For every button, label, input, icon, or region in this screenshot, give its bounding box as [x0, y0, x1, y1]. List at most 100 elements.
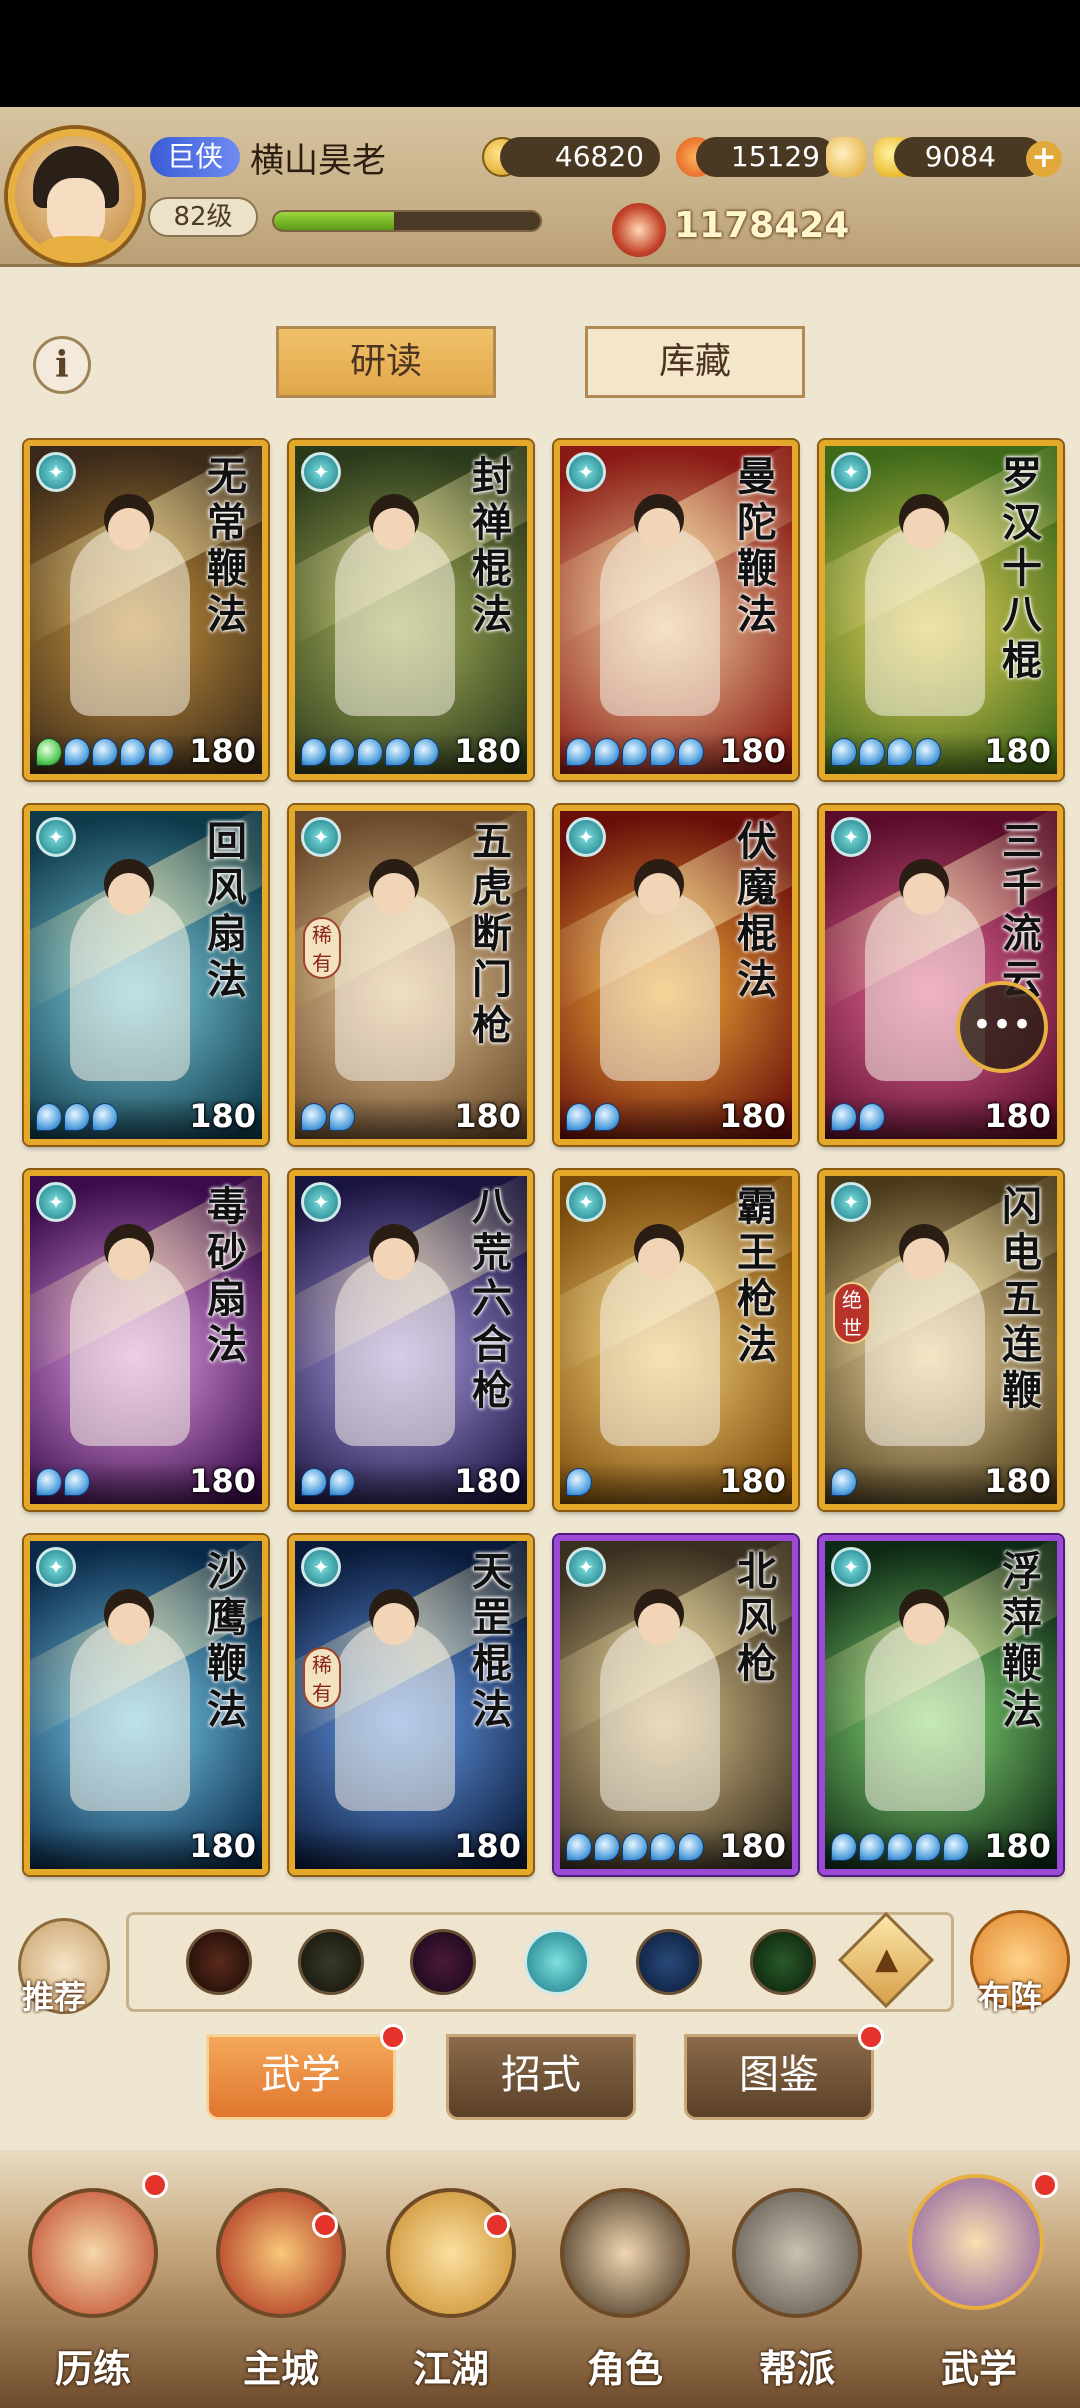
- star-icon: [831, 1103, 857, 1131]
- star-icon: [385, 738, 411, 766]
- nav-sect[interactable]: 帮派: [722, 2188, 872, 2391]
- filter-fan-icon[interactable]: [524, 1929, 590, 1995]
- star-icon: [301, 1468, 327, 1496]
- skill-card[interactable]: ✦ 霸 王 枪 法 180: [554, 1170, 798, 1510]
- sect-fan-icon: ✦: [566, 1182, 606, 1222]
- star-icon: [915, 1833, 941, 1861]
- star-icon: [678, 1833, 704, 1861]
- star-rating: [36, 1468, 90, 1496]
- skill-card[interactable]: ✦ 五 虎 断 门 枪 稀 有 180: [289, 805, 533, 1145]
- star-icon: [887, 738, 913, 766]
- skill-card-name: 闪 电 五 连 鞭: [1002, 1183, 1042, 1414]
- sect-fan-icon: ✦: [301, 1182, 341, 1222]
- subtab-martial[interactable]: 武学: [206, 2034, 396, 2120]
- skill-card-level: 180: [984, 1097, 1051, 1135]
- star-icon: [566, 1103, 592, 1131]
- skill-card-level: 180: [719, 1827, 786, 1865]
- star-icon: [36, 738, 62, 766]
- skill-card-name: 北 风 枪: [737, 1548, 777, 1687]
- star-icon: [859, 1833, 885, 1861]
- sect-fan-icon: ✦: [36, 1547, 76, 1587]
- skill-card-level: 180: [454, 1097, 521, 1135]
- skill-card[interactable]: ✦ 罗 汉 十 八 棍 180: [819, 440, 1063, 780]
- nav-role[interactable]: 角色: [550, 2188, 700, 2391]
- subtab-codex[interactable]: 图鉴: [684, 2034, 874, 2120]
- skill-card[interactable]: ✦ 毒 砂 扇 法 180: [24, 1170, 268, 1510]
- skill-card[interactable]: ✦ 曼 陀 鞭 法 180: [554, 440, 798, 780]
- skill-card[interactable]: ✦ 无 常 鞭 法 180: [24, 440, 268, 780]
- notification-dot: [312, 2212, 338, 2238]
- filter-whip-icon[interactable]: [750, 1929, 816, 1995]
- skill-card[interactable]: ✦ 三 千 流 云 180: [819, 805, 1063, 1145]
- skill-card[interactable]: ✦ 浮 萍 鞭 法 180: [819, 1535, 1063, 1875]
- skill-card-level: 180: [984, 1827, 1051, 1865]
- skill-card-level: 180: [454, 1462, 521, 1500]
- sect-fan-icon: ✦: [36, 817, 76, 857]
- skill-card[interactable]: ✦ 封 禅 棍 法 180: [289, 440, 533, 780]
- rarity-badge: 绝 世: [833, 1282, 871, 1344]
- skill-card[interactable]: ✦ 闪 电 五 连 鞭 绝 世 180: [819, 1170, 1063, 1510]
- skill-card-level: 180: [719, 1097, 786, 1135]
- skill-card-level: 180: [189, 1827, 256, 1865]
- star-rating: [831, 1833, 969, 1861]
- straw-hat-hero-icon: [560, 2188, 690, 2318]
- tab-study[interactable]: 研读: [276, 326, 496, 398]
- skill-card-name: 八 荒 六 合 枪: [472, 1183, 512, 1414]
- skill-card-name: 五 虎 断 门 枪: [472, 818, 512, 1049]
- star-icon: [566, 1468, 592, 1496]
- status-bar: [0, 0, 1080, 107]
- star-rating: [301, 1468, 355, 1496]
- star-rating: [566, 1833, 704, 1861]
- skill-card-name: 霸 王 枪 法: [737, 1183, 777, 1368]
- sect-fan-icon: ✦: [831, 817, 871, 857]
- skill-card-name: 罗 汉 十 八 棍: [1002, 453, 1042, 684]
- star-icon: [148, 738, 174, 766]
- tab-storage[interactable]: 库藏: [585, 326, 805, 398]
- nav-training[interactable]: 历练: [18, 2188, 168, 2391]
- star-icon: [859, 1103, 885, 1131]
- star-icon: [329, 738, 355, 766]
- star-icon: [36, 1103, 62, 1131]
- info-button[interactable]: i: [33, 336, 91, 394]
- star-rating: [36, 1103, 118, 1131]
- filter-yinyang-icon[interactable]: [636, 1929, 702, 1995]
- star-icon: [650, 1833, 676, 1861]
- skill-card-level: 180: [454, 1827, 521, 1865]
- nav-martial[interactable]: 武学: [904, 2174, 1054, 2391]
- skill-card[interactable]: ✦ 北 风 枪 180: [554, 1535, 798, 1875]
- notification-dot: [380, 2024, 406, 2050]
- sect-fan-icon: ✦: [566, 452, 606, 492]
- skill-card-level: 180: [454, 732, 521, 770]
- star-rating: [831, 1468, 857, 1496]
- add-gold-button[interactable]: +: [1026, 141, 1062, 177]
- filter-blade-icon[interactable]: [298, 1929, 364, 1995]
- chat-bubble-button[interactable]: •••: [956, 981, 1048, 1073]
- skill-card[interactable]: ✦ 八 荒 六 合 枪 180: [289, 1170, 533, 1510]
- skill-card-level: 180: [719, 1462, 786, 1500]
- star-icon: [915, 738, 941, 766]
- star-icon: [301, 1103, 327, 1131]
- notification-dot: [484, 2212, 510, 2238]
- star-icon: [413, 738, 439, 766]
- star-rating: [301, 738, 439, 766]
- star-icon: [566, 738, 592, 766]
- skill-card[interactable]: ✦ 回 风 扇 法 180: [24, 805, 268, 1145]
- skill-card[interactable]: ✦ 天 罡 棍 法稀 有 180: [289, 1535, 533, 1875]
- skill-card[interactable]: ✦ 伏 魔 棍 法 180: [554, 805, 798, 1145]
- player-title-badge: 巨侠: [150, 137, 240, 177]
- gold-count: 9084: [894, 137, 1044, 177]
- player-avatar[interactable]: [8, 129, 142, 263]
- star-icon: [831, 1833, 857, 1861]
- sect-fan-icon: ✦: [36, 1182, 76, 1222]
- star-rating: [831, 738, 941, 766]
- filter-fist-icon[interactable]: [410, 1929, 476, 1995]
- rarity-badge: 稀 有: [303, 917, 341, 979]
- recommend-label: 推荐: [22, 1978, 87, 2016]
- subtab-moves[interactable]: 招式: [446, 2034, 636, 2120]
- skill-card[interactable]: ✦ 沙 鹰 鞭 法 180: [24, 1535, 268, 1875]
- star-icon: [64, 1103, 90, 1131]
- filter-sword-icon[interactable]: [186, 1929, 252, 1995]
- star-icon: [329, 1103, 355, 1131]
- player-level: 82级: [148, 197, 258, 237]
- skill-card-name: 回 风 扇 法: [207, 818, 247, 1003]
